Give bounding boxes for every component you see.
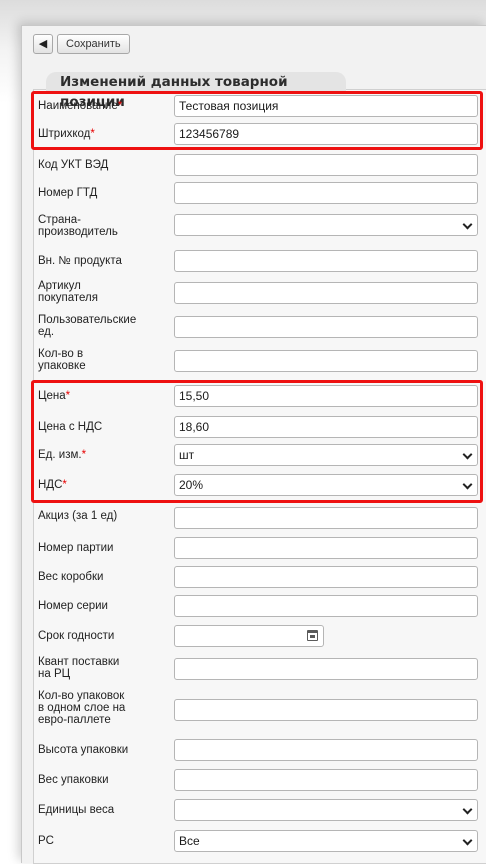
row-excise: Акциз (за 1 ед) bbox=[38, 507, 478, 529]
label-weight-units: Единицы веса bbox=[38, 804, 115, 816]
packs-per-layer-field[interactable] bbox=[174, 699, 478, 721]
row-packs-per-layer: Кол-во упаковок в одном слое на евро-пал… bbox=[38, 690, 478, 726]
dc-quantum-field[interactable] bbox=[174, 658, 478, 680]
label-product-number: Вн. № продукта bbox=[38, 255, 122, 267]
label-serial-number: Номер серии bbox=[38, 600, 108, 612]
excise-field[interactable] bbox=[174, 507, 478, 529]
row-customs-code: Код УКТ ВЭД bbox=[38, 154, 478, 176]
calendar-icon[interactable] bbox=[307, 630, 318, 641]
row-pack-height: Высота упаковки bbox=[38, 739, 478, 761]
label-box-weight: Вес коробки bbox=[38, 571, 104, 583]
row-product-number: Вн. № продукта bbox=[38, 250, 478, 272]
label-excise: Акциз (за 1 ед) bbox=[38, 510, 118, 522]
row-dc-quantum: Квант поставки на РЦ bbox=[38, 656, 478, 680]
row-buyer-sku: Артикул покупателя bbox=[38, 280, 478, 304]
chevron-left-icon: ◀ bbox=[38, 38, 48, 50]
back-button[interactable]: ◀ bbox=[33, 34, 53, 54]
label-packs-per-layer: Кол-во упаковок в одном слое на евро-пал… bbox=[38, 690, 126, 726]
expiry-date-field[interactable] bbox=[174, 625, 324, 647]
batch-number-field[interactable] bbox=[174, 537, 478, 559]
highlight-box-price-vat bbox=[31, 380, 483, 503]
row-box-weight: Вес коробки bbox=[38, 566, 478, 588]
toolbar: ◀ Сохранить bbox=[33, 34, 130, 54]
customs-code-field[interactable] bbox=[174, 154, 478, 176]
row-country: Страна- производитель bbox=[38, 214, 478, 238]
label-customs-code: Код УКТ ВЭД bbox=[38, 159, 109, 171]
product-number-field[interactable] bbox=[174, 250, 478, 272]
label-country: Страна- производитель bbox=[38, 214, 118, 238]
row-gtd-number: Номер ГТД bbox=[38, 182, 478, 204]
row-custom-units: Пользовательские ед. bbox=[38, 314, 478, 338]
label-custom-units: Пользовательские ед. bbox=[38, 314, 137, 338]
weight-units-select[interactable] bbox=[174, 799, 478, 821]
label-buyer-sku: Артикул покупателя bbox=[38, 280, 98, 304]
qty-per-pack-field[interactable] bbox=[174, 350, 478, 372]
country-select[interactable] bbox=[174, 214, 478, 236]
pc-select[interactable]: Все bbox=[174, 830, 478, 852]
save-button[interactable]: Сохранить bbox=[57, 34, 130, 54]
label-dc-quantum: Квант поставки на РЦ bbox=[38, 656, 120, 680]
row-weight-units: Единицы веса bbox=[38, 799, 478, 821]
serial-number-field[interactable] bbox=[174, 595, 478, 617]
pack-weight-field[interactable] bbox=[174, 769, 478, 791]
row-pc: PC Все bbox=[38, 830, 478, 852]
row-pack-weight: Вес упаковки bbox=[38, 769, 478, 791]
buyer-sku-field[interactable] bbox=[174, 282, 478, 304]
label-gtd-number: Номер ГТД bbox=[38, 187, 98, 199]
row-serial-number: Номер серии bbox=[38, 595, 478, 617]
label-pack-height: Высота упаковки bbox=[38, 744, 129, 756]
row-batch-number: Номер партии bbox=[38, 537, 478, 559]
gtd-number-field[interactable] bbox=[174, 182, 478, 204]
row-qty-per-pack: Кол-во в упаковке bbox=[38, 348, 478, 372]
label-pack-weight: Вес упаковки bbox=[38, 774, 109, 786]
box-weight-field[interactable] bbox=[174, 566, 478, 588]
row-expiry-date: Срок годности bbox=[38, 625, 478, 647]
label-pc: PC bbox=[38, 835, 54, 847]
custom-units-field[interactable] bbox=[174, 316, 478, 338]
label-qty-per-pack: Кол-во в упаковке bbox=[38, 348, 86, 372]
section-title: Изменений данных товарной позиции bbox=[46, 72, 346, 110]
pack-height-field[interactable] bbox=[174, 739, 478, 761]
label-expiry-date: Срок годности bbox=[38, 630, 115, 642]
highlight-box-name-barcode bbox=[31, 91, 483, 150]
label-batch-number: Номер партии bbox=[38, 542, 114, 554]
